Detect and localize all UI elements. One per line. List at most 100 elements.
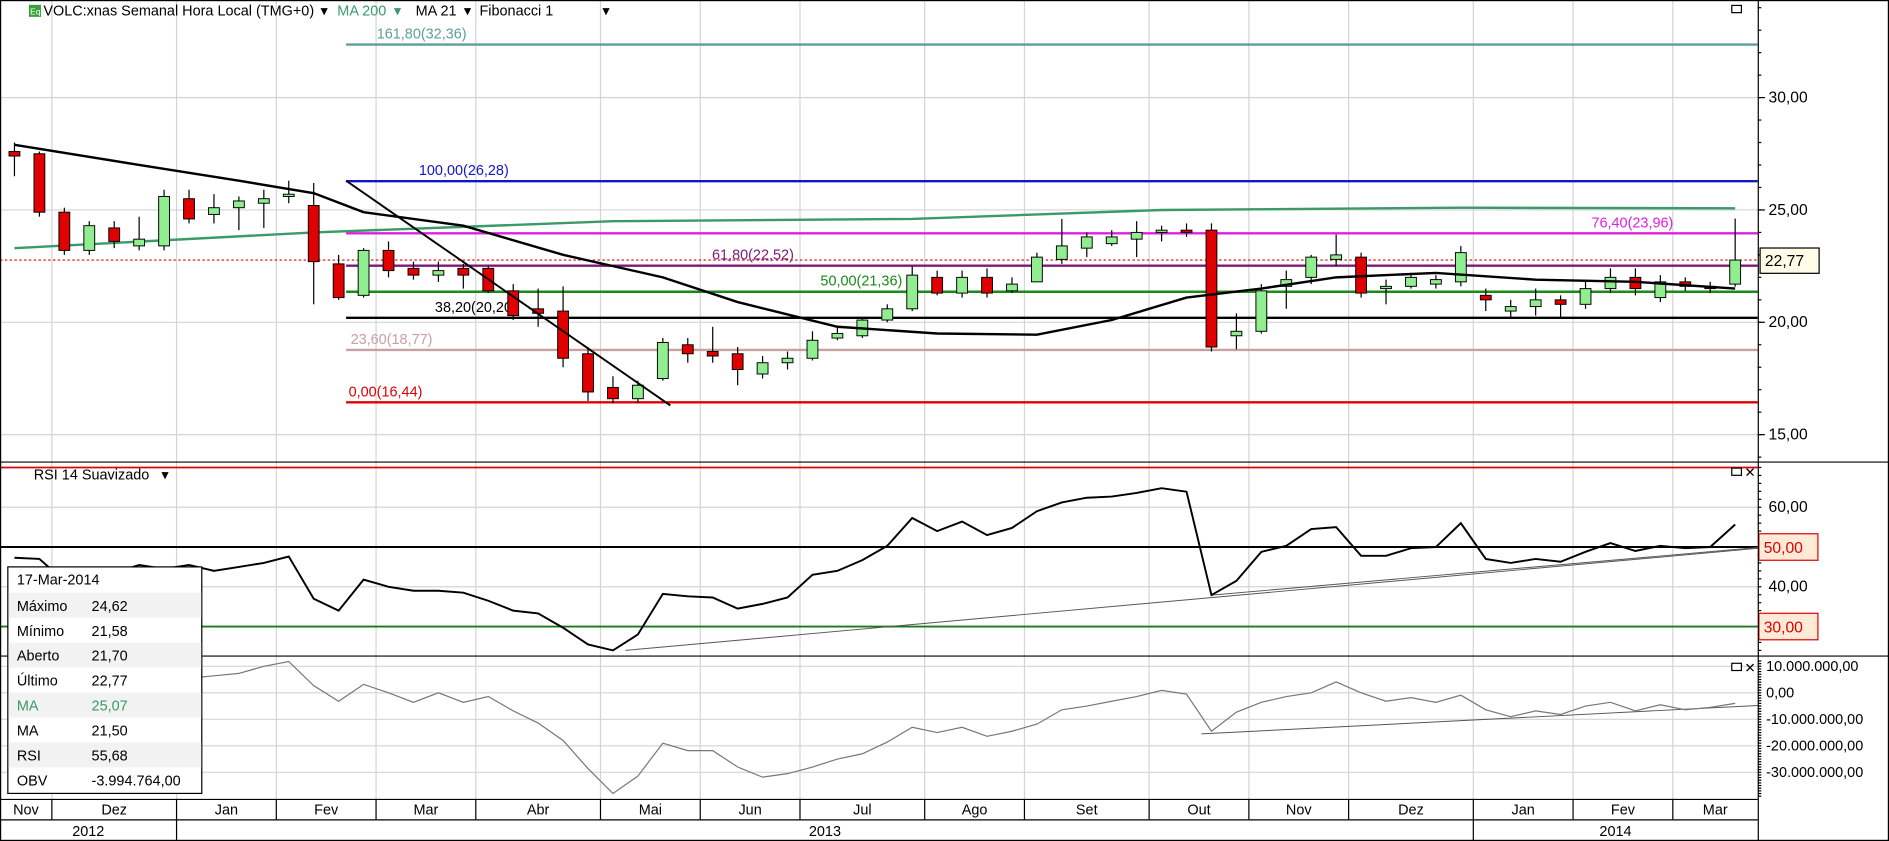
candle-up: [956, 276, 968, 294]
candle-down: [33, 153, 46, 213]
candle-up: [1729, 259, 1742, 285]
year-label: 2014: [1599, 824, 1631, 840]
candle-down: [1205, 229, 1218, 348]
obv-tick-label: 0,00: [1766, 686, 1794, 702]
candle-down: [1180, 229, 1193, 233]
month-label: Abr: [527, 802, 550, 818]
caret-down-icon[interactable]: ▾: [394, 4, 401, 20]
fibonacci-level-label: 38,20(20,20): [435, 300, 517, 316]
obv-tick-label: -20.000.000,00: [1766, 739, 1863, 755]
month-label: Fev: [1611, 802, 1636, 818]
month-label: Set: [1076, 802, 1098, 818]
candle-up: [1529, 299, 1542, 308]
candle-down: [582, 353, 594, 393]
month-label: Mar: [1703, 802, 1728, 818]
caret-down-icon[interactable]: ▾: [602, 4, 609, 20]
candle-up: [257, 198, 270, 204]
caret-down-icon[interactable]: ▾: [161, 468, 168, 484]
candle-down: [407, 267, 420, 276]
candle-down: [382, 249, 395, 272]
candle-down: [332, 263, 345, 299]
rsi-level-label: 30,00: [1764, 620, 1803, 637]
candle-up: [158, 195, 170, 247]
candle-down: [457, 267, 470, 276]
info-row-label: OBV: [17, 773, 48, 789]
candle-up: [1230, 330, 1243, 337]
fibonacci-level-label: 0,00(16,44): [349, 384, 423, 400]
fibonacci-level-label: 161,80(32,36): [377, 27, 467, 43]
maximize-pane-icon[interactable]: [1731, 4, 1743, 14]
info-row-label: MA: [17, 724, 39, 740]
chart-background: [0, 0, 1889, 841]
candle-up: [781, 357, 794, 364]
fibonacci-level-label: 61,80(22,52): [712, 248, 794, 264]
caret-down-icon[interactable]: ▾: [464, 4, 471, 20]
candle-up: [631, 384, 644, 400]
indicator-ma21[interactable]: MA 21: [416, 4, 457, 20]
info-row-label: Último: [17, 673, 58, 690]
candle-down: [681, 344, 694, 355]
candle-down: [8, 151, 21, 157]
candle-down: [183, 198, 195, 220]
fibonacci-level-label: 50,00(21,36): [820, 274, 902, 290]
candle-down: [931, 276, 944, 294]
candle-up: [806, 339, 819, 359]
maximize-pane-icon[interactable]: [1731, 467, 1743, 476]
price-tick-label: 15,00: [1769, 426, 1808, 443]
info-row-label: Máximo: [17, 599, 68, 615]
candle-up: [133, 238, 146, 247]
data-info-box: 17-Mar-2014 Máximo 24,62 Mínimo 21,58 Aberto…: [7, 566, 203, 795]
info-row-label: Mínimo: [17, 624, 64, 640]
info-row-label: MA: [17, 699, 39, 715]
rsi-level-label: 50,00: [1764, 540, 1803, 557]
maximize-pane-icon[interactable]: [1731, 662, 1743, 672]
obv-tick-label: -30.000.000,00: [1766, 765, 1863, 781]
info-row-value: 21,50: [92, 724, 128, 740]
candle-up: [432, 270, 445, 276]
info-row-value: 21,70: [92, 649, 128, 665]
candle-down: [108, 227, 121, 242]
info-row-label: Aberto: [17, 649, 60, 665]
price-tick-label: 20,00: [1769, 314, 1808, 331]
fibonacci-level-label: 23,60(18,77): [351, 332, 433, 348]
candle-down: [607, 386, 619, 400]
month-label: Fev: [314, 802, 339, 818]
candle-up: [1030, 256, 1043, 283]
year-label: 2013: [809, 824, 841, 840]
info-row-value: 22,77: [92, 674, 128, 690]
rsi-pane-title[interactable]: RSI 14 Suavizado: [34, 468, 150, 484]
candle-down: [307, 204, 320, 263]
month-label: Dez: [101, 802, 127, 818]
month-label: Jul: [853, 802, 871, 818]
close-pane-icon[interactable]: ✕: [1744, 660, 1755, 675]
close-pane-icon[interactable]: ✕: [1744, 465, 1755, 480]
month-label: Nov: [13, 802, 39, 818]
fibonacci-level-label: 100,00(26,28): [419, 163, 509, 179]
caret-down-icon[interactable]: ▾: [320, 4, 327, 20]
indicator-ma200[interactable]: MA 200: [337, 4, 386, 20]
candle-up: [1504, 306, 1517, 312]
symbol-title[interactable]: VOLC:xnas Semanal Hora Local (TMG+0): [43, 4, 314, 20]
month-label: Jan: [1512, 802, 1535, 818]
info-row-value: 25,07: [92, 699, 128, 715]
candle-down: [1554, 299, 1567, 305]
candle-up: [83, 225, 96, 251]
stock-chart[interactable]: 161,80(32,36) 100,00(26,28) 76,40(23,96) 61…: [0, 0, 1889, 841]
candle-up: [1604, 276, 1617, 290]
candle-down: [731, 353, 744, 370]
month-label: Mar: [413, 802, 438, 818]
candle-up: [1080, 236, 1093, 249]
candle-up: [1255, 290, 1268, 332]
candle-up: [1155, 229, 1168, 233]
indicator-fibonacci[interactable]: Fibonacci 1: [479, 4, 553, 20]
candle-up: [1130, 231, 1143, 240]
candle-up: [656, 342, 669, 379]
year-label: 2012: [72, 824, 104, 840]
rsi-tick-label: 60,00: [1769, 499, 1808, 516]
candle-up: [756, 362, 769, 375]
candle-up: [232, 200, 245, 209]
candle-up: [1579, 288, 1592, 305]
candle-up: [1305, 256, 1318, 278]
info-row-label: RSI: [17, 749, 41, 765]
price-tick-label: 30,00: [1769, 89, 1808, 106]
